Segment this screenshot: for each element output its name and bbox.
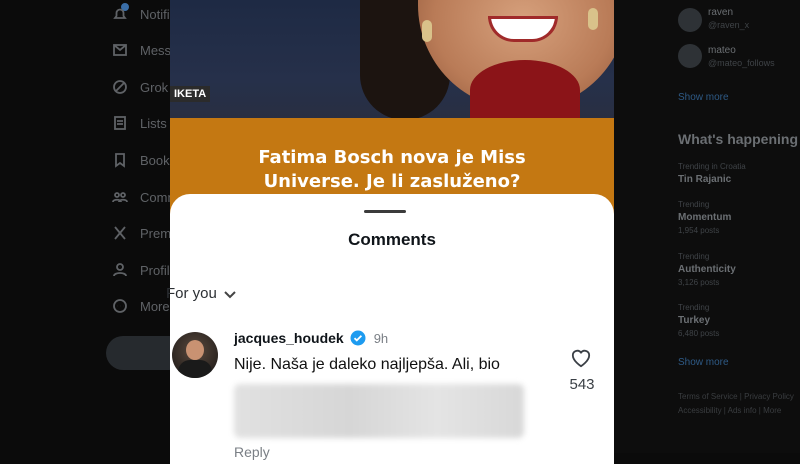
trend-name[interactable]: Momentum: [678, 212, 731, 223]
sheet-title: Comments: [348, 230, 436, 249]
trend-name[interactable]: Tin Rajanic: [678, 174, 731, 185]
like-count: 543: [569, 376, 595, 393]
trend-category: Trending in Croatia: [678, 162, 746, 171]
reply-button[interactable]: Reply: [234, 444, 270, 460]
trend-category: Trending: [678, 303, 710, 312]
grok-icon: [113, 80, 127, 94]
like-button[interactable]: [568, 348, 594, 373]
brand-tag: IKETA: [170, 86, 211, 102]
mail-icon: [113, 44, 127, 56]
footer-links[interactable]: Terms of Service | Privacy Policy: [678, 392, 794, 401]
sheet-drag-handle[interactable]: [364, 210, 406, 213]
more-circle-icon: [113, 299, 127, 313]
trend-category: Trending: [678, 200, 710, 209]
comment-timestamp: 9h: [373, 330, 389, 346]
comment-sort-dropdown[interactable]: For you: [166, 285, 237, 302]
account-handle: @mateo_follows: [708, 58, 775, 68]
person-icon: [113, 263, 127, 277]
trend-name[interactable]: Turkey: [678, 315, 710, 326]
communities-icon: [112, 192, 128, 203]
video-headline: Fatima Bosch nova je Miss Universe. Je l…: [170, 146, 614, 194]
avatar[interactable]: [172, 332, 218, 378]
account-name[interactable]: raven: [708, 7, 733, 18]
trend-count: 3,126 posts: [678, 278, 720, 287]
headline-line: Fatima Bosch nova je Miss: [258, 147, 526, 168]
right-sidebar: raven @raven_x mateo @mateo_follows Show…: [614, 0, 800, 453]
heart-icon: [571, 349, 591, 368]
x-logo-icon: [114, 226, 126, 240]
trend-name[interactable]: Authenticity: [678, 264, 736, 275]
avatar[interactable]: [678, 44, 702, 68]
comment-text: Nije. Naša je daleko najljepša. Ali, bio: [234, 356, 500, 373]
show-more-link[interactable]: Show more: [678, 357, 729, 368]
trend-category: Trending: [678, 252, 710, 261]
trend-count: 6,480 posts: [678, 329, 720, 338]
trend-count: 1,954 posts: [678, 226, 720, 235]
sort-label: For you: [166, 285, 217, 302]
list-icon: [114, 116, 126, 130]
avatar[interactable]: [678, 8, 702, 32]
chevron-down-icon: [224, 290, 236, 298]
headline-line: Universe. Je li zasluženo?: [263, 171, 521, 192]
account-handle: @raven_x: [708, 20, 750, 30]
left-navigation: Notifications Messages Grok Lists Bookma…: [0, 0, 186, 453]
footer-links[interactable]: Accessibility | Ads info | More: [678, 406, 781, 415]
show-more-link[interactable]: Show more: [678, 92, 729, 103]
blurred-comment-text: [234, 384, 524, 438]
comment-username[interactable]: jacques_houdek: [234, 330, 344, 346]
bookmark-icon: [115, 153, 125, 168]
video-frame: [470, 60, 580, 120]
comments-sheet: Comments For you jacques_houdek 9h Nije.…: [166, 194, 614, 464]
comment-header: jacques_houdek 9h: [234, 330, 388, 346]
account-name[interactable]: mateo: [708, 45, 736, 56]
video-frame: [588, 8, 598, 30]
bell-icon: [113, 8, 127, 19]
verified-badge-icon: [350, 330, 366, 346]
whats-happening-heading: What's happening: [678, 131, 798, 147]
video-frame: [422, 20, 432, 42]
